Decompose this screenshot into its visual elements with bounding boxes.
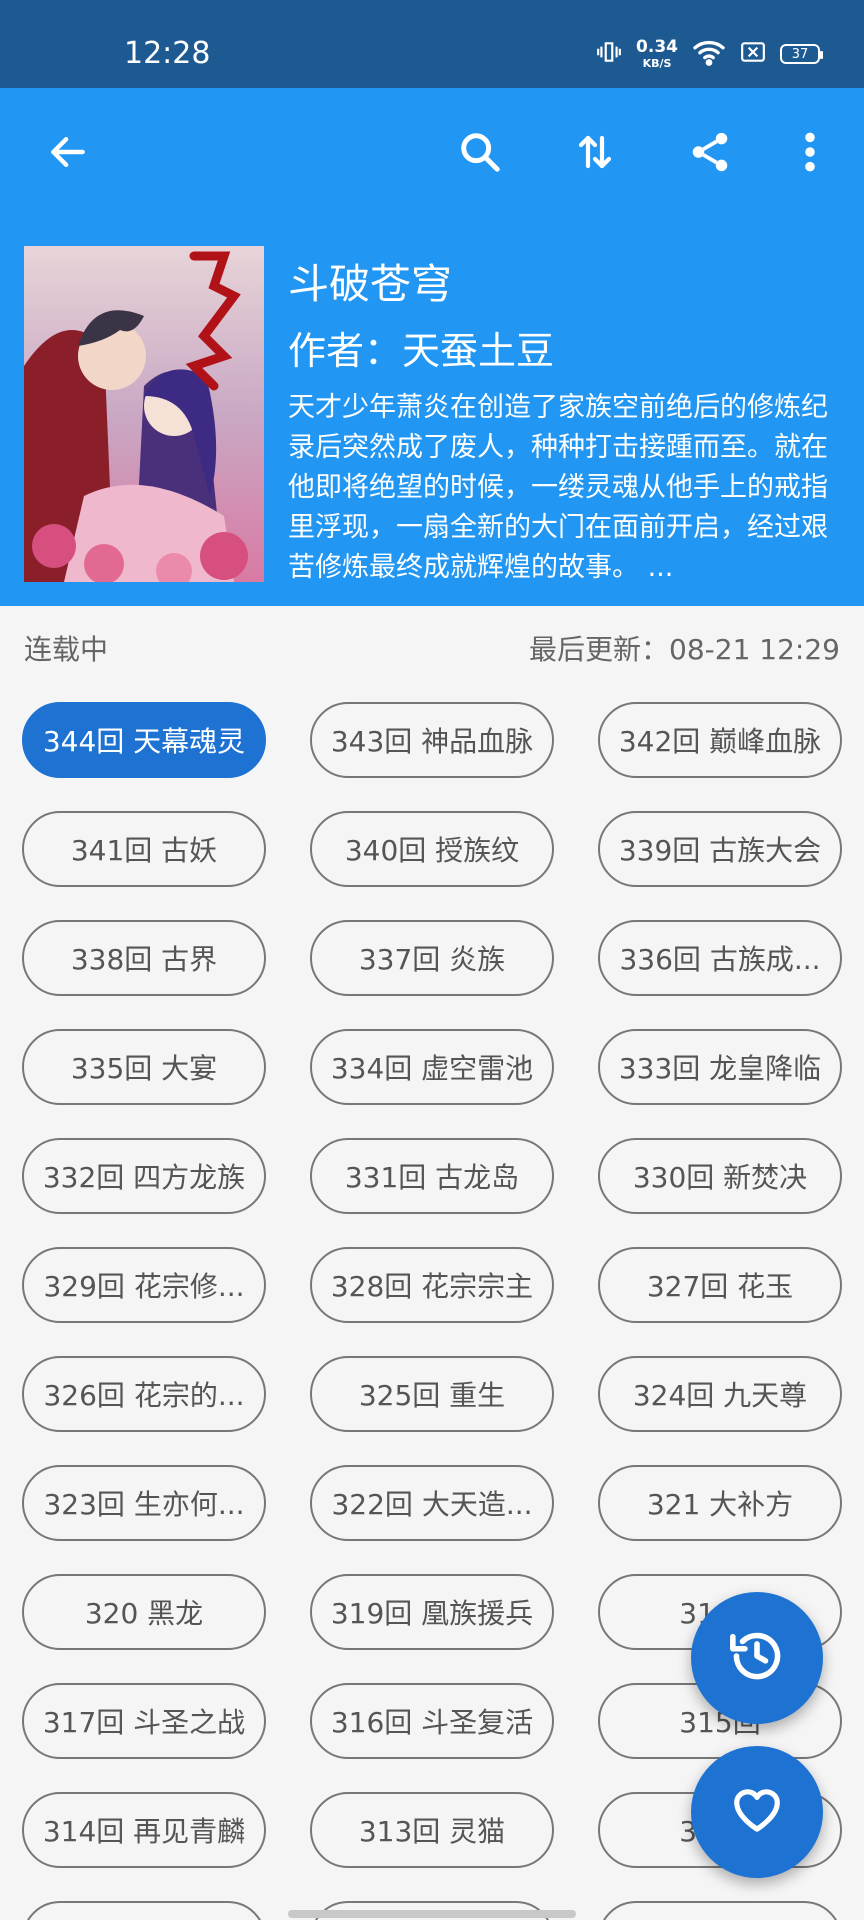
network-speed: 0.34 KB/S: [636, 37, 678, 70]
chapter-chip[interactable]: 344回 天幕魂灵: [22, 702, 266, 778]
chapter-chip[interactable]: 327回 花玉: [598, 1247, 842, 1323]
status-bar: 12:28 0.34 KB/S 37: [0, 0, 864, 88]
last-update: 最后更新：08-21 12:29: [529, 633, 840, 666]
chapter-chip[interactable]: 322回 大天造...: [310, 1465, 554, 1541]
chapter-chip[interactable]: 334回 虚空雷池: [310, 1029, 554, 1105]
chapter-chip[interactable]: 336回 古族成...: [598, 920, 842, 996]
book-author: 作者：天蚕土豆: [288, 329, 555, 373]
chapter-chip[interactable]: 319回 凰族援兵: [310, 1574, 554, 1650]
chapter-chip[interactable]: [598, 1901, 842, 1920]
sort-button[interactable]: [563, 122, 627, 186]
chapter-chip[interactable]: 314回 再见青麟: [22, 1792, 266, 1868]
chapter-chip[interactable]: 329回 花宗修...: [22, 1247, 266, 1323]
book-title: 斗破苍穹: [288, 260, 452, 308]
chapter-chip[interactable]: [22, 1901, 266, 1920]
chapter-chip[interactable]: 331回 古龙岛: [310, 1138, 554, 1214]
network-speed-unit: KB/S: [642, 57, 672, 70]
back-button[interactable]: [36, 122, 100, 186]
chapter-chip[interactable]: 337回 炎族: [310, 920, 554, 996]
chapter-chip[interactable]: 338回 古界: [22, 920, 266, 996]
serial-status: 连载中: [24, 633, 109, 666]
favorite-button[interactable]: [691, 1746, 823, 1878]
network-speed-value: 0.34: [636, 37, 678, 57]
sim-icon: [740, 41, 766, 67]
search-icon: [457, 129, 503, 179]
heart-outline-icon: [730, 1783, 784, 1841]
chapter-chip[interactable]: 328回 花宗宗主: [310, 1247, 554, 1323]
info-row: 连载中 最后更新：08-21 12:29: [24, 628, 840, 668]
status-icons: 0.34 KB/S 37: [596, 37, 823, 70]
status-time: 12:28: [124, 36, 211, 71]
chapter-chip[interactable]: 335回 大宴: [22, 1029, 266, 1105]
battery-icon: 37: [780, 44, 823, 64]
vibrate-icon: [596, 39, 622, 69]
wifi-icon: [692, 38, 726, 70]
chapter-grid: 344回 天幕魂灵 343回 神品血脉 342回 巅峰血脉 341回 古妖 340回 授…: [22, 702, 842, 1920]
book-header: 斗破苍穹 作者：天蚕土豆 天才少年萧炎在创造了家族空前绝后的修炼纪录后突然成了废…: [0, 88, 864, 606]
share-button[interactable]: [678, 122, 742, 186]
more-button[interactable]: [778, 122, 842, 186]
chapter-chip[interactable]: 340回 授族纹: [310, 811, 554, 887]
book-description: 天才少年萧炎在创造了家族空前绝后的修炼纪录后突然成了废人，种种打击接踵而至。就在…: [288, 392, 828, 583]
chapter-chip[interactable]: 320 黑龙: [22, 1574, 266, 1650]
history-icon: [728, 1627, 786, 1689]
more-vert-icon: [802, 130, 818, 178]
chapter-chip[interactable]: 313回 灵猫: [310, 1792, 554, 1868]
chapter-chip[interactable]: 326回 花宗的...: [22, 1356, 266, 1432]
share-icon: [687, 129, 733, 179]
chapter-chip[interactable]: 323回 生亦何...: [22, 1465, 266, 1541]
chapter-chip[interactable]: 325回 重生: [310, 1356, 554, 1432]
chapter-chip[interactable]: 343回 神品血脉: [310, 702, 554, 778]
chapter-chip[interactable]: 316回 斗圣复活: [310, 1683, 554, 1759]
chapter-chip[interactable]: 341回 古妖: [22, 811, 266, 887]
book-cover: [24, 246, 264, 582]
chapter-chip[interactable]: 339回 古族大会: [598, 811, 842, 887]
chapter-chip[interactable]: 342回 巅峰血脉: [598, 702, 842, 778]
sort-icon: [574, 129, 616, 179]
chapter-chip[interactable]: 321 大补方: [598, 1465, 842, 1541]
history-button[interactable]: [691, 1592, 823, 1724]
home-indicator: [288, 1910, 576, 1918]
back-arrow-icon: [46, 130, 90, 178]
chapter-chip[interactable]: 317回 斗圣之战: [22, 1683, 266, 1759]
chapter-chip[interactable]: 324回 九天尊: [598, 1356, 842, 1432]
chapter-chip[interactable]: 333回 龙皇降临: [598, 1029, 842, 1105]
search-button[interactable]: [448, 122, 512, 186]
chapter-chip[interactable]: 330回 新焚决: [598, 1138, 842, 1214]
chapter-chip[interactable]: 332回 四方龙族: [22, 1138, 266, 1214]
